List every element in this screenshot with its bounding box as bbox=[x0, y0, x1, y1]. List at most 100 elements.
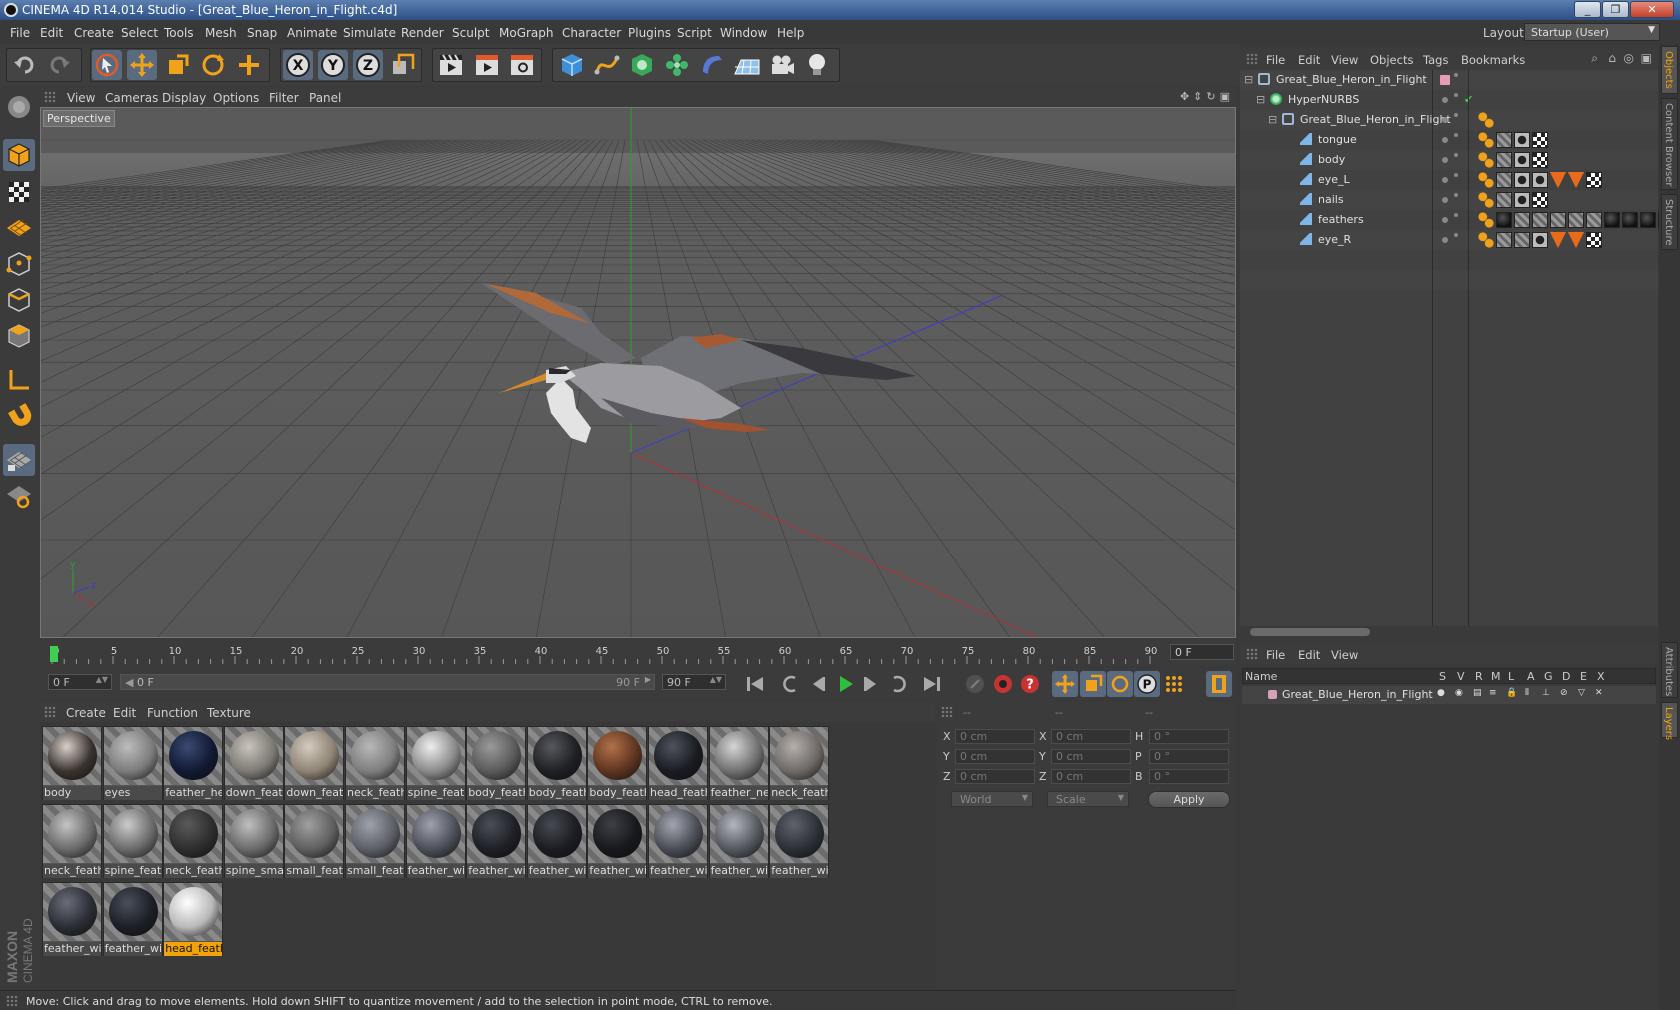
go-to-end-button[interactable] bbox=[919, 671, 945, 697]
deformers-flag-icon[interactable]: ⊘ bbox=[1560, 688, 1568, 698]
go-to-start-button[interactable] bbox=[742, 671, 768, 697]
render-view-button[interactable] bbox=[436, 50, 466, 80]
pan-view-icon[interactable]: ✥ bbox=[1180, 90, 1189, 103]
column-divider[interactable] bbox=[1468, 70, 1469, 626]
menu-character[interactable]: Character bbox=[562, 26, 621, 40]
points-mode-button[interactable] bbox=[3, 248, 35, 280]
cube-object-button[interactable] bbox=[557, 50, 587, 80]
material-tag-icon[interactable] bbox=[1496, 212, 1512, 228]
previous-frame-button[interactable] bbox=[805, 671, 831, 697]
side-tab-layers[interactable]: Layers bbox=[1661, 702, 1678, 740]
menu-script[interactable]: Script bbox=[677, 26, 712, 40]
editor-visibility-dot[interactable] bbox=[1442, 237, 1448, 243]
material-swatch[interactable]: body bbox=[42, 726, 102, 800]
phong-tag-icon[interactable] bbox=[1478, 212, 1494, 228]
animation-flag-icon[interactable]: ⦀ bbox=[1525, 688, 1529, 698]
layer-column-m[interactable]: M bbox=[1491, 670, 1501, 683]
layer-column-x[interactable]: X bbox=[1597, 670, 1605, 683]
layer-column-name[interactable]: Name bbox=[1245, 670, 1277, 683]
deformer-button[interactable] bbox=[697, 50, 727, 80]
material-swatch[interactable]: feather_wi bbox=[466, 804, 527, 878]
polygons-mode-button[interactable] bbox=[3, 320, 35, 352]
texture-tag-icon[interactable] bbox=[1496, 132, 1512, 148]
render-visibility-dot[interactable] bbox=[1454, 173, 1458, 177]
material-swatch[interactable]: eyes bbox=[102, 726, 163, 800]
phong-tag-icon[interactable] bbox=[1478, 112, 1494, 128]
selection-tag-icon[interactable] bbox=[1568, 232, 1584, 248]
menu-window[interactable]: Window bbox=[720, 26, 767, 40]
viewport-menu-cameras[interactable]: Cameras bbox=[105, 91, 158, 105]
viewport-camera-label[interactable]: Perspective bbox=[43, 110, 115, 127]
editor-visibility-dot[interactable] bbox=[1442, 157, 1448, 163]
next-key-button[interactable] bbox=[885, 671, 911, 697]
redo-button[interactable] bbox=[44, 50, 74, 80]
collapse-toggle-icon[interactable]: ⊟ bbox=[1244, 73, 1253, 86]
side-tab-objects[interactable]: Objects bbox=[1661, 46, 1678, 94]
menu-select[interactable]: Select bbox=[121, 26, 158, 40]
timeline-ruler[interactable]: 051015202530354045505560657075808590 0 F bbox=[40, 640, 1236, 666]
collapse-toggle-icon[interactable]: ⊟ bbox=[1268, 113, 1277, 126]
layer-column-s[interactable]: S bbox=[1439, 670, 1446, 683]
make-editable-button[interactable] bbox=[3, 91, 35, 123]
key-position-button[interactable] bbox=[1052, 671, 1078, 697]
render-visibility-dot[interactable] bbox=[1454, 113, 1458, 117]
material-swatch[interactable]: spine_feat bbox=[405, 726, 466, 800]
layer-column-v[interactable]: V bbox=[1457, 670, 1465, 683]
layer-column-e[interactable]: E bbox=[1580, 670, 1587, 683]
render-visibility-dot[interactable] bbox=[1454, 73, 1458, 77]
selection-tag-icon[interactable] bbox=[1550, 172, 1566, 188]
editor-visibility-dot[interactable] bbox=[1442, 97, 1448, 103]
object-name[interactable]: feathers bbox=[1318, 213, 1364, 226]
nurbs-button[interactable] bbox=[627, 50, 657, 80]
add-tool-button[interactable] bbox=[234, 50, 264, 80]
material-swatch[interactable]: spine_feat bbox=[102, 804, 163, 878]
material-tag-icon[interactable] bbox=[1532, 172, 1548, 188]
apply-button[interactable]: Apply bbox=[1148, 791, 1230, 808]
rotate-view-icon[interactable]: ↻ bbox=[1206, 90, 1215, 103]
model-mode-button[interactable] bbox=[3, 139, 35, 171]
layer-column-g[interactable]: G bbox=[1544, 670, 1553, 683]
editor-visibility-dot[interactable] bbox=[1442, 197, 1448, 203]
material-tag-icon[interactable] bbox=[1514, 152, 1530, 168]
object-name[interactable]: Great_Blue_Heron_in_Flight bbox=[1300, 113, 1451, 126]
previous-key-button[interactable] bbox=[778, 671, 804, 697]
material-swatch[interactable]: neck_feath bbox=[42, 804, 102, 878]
search-icon[interactable]: ⌕ bbox=[1591, 51, 1598, 66]
texture-tag-icon[interactable] bbox=[1514, 212, 1530, 228]
rotation-h-field[interactable]: 0 ° bbox=[1149, 729, 1229, 744]
texture-tag-icon[interactable] bbox=[1514, 232, 1530, 248]
key-rotation-button[interactable] bbox=[1107, 671, 1133, 697]
frame-range-slider[interactable]: ◀ 0 F 90 F ▶ bbox=[120, 674, 655, 690]
object-name[interactable]: nails bbox=[1318, 193, 1344, 206]
material-tag-icon[interactable] bbox=[1532, 232, 1548, 248]
viewport-menu-filter[interactable]: Filter bbox=[269, 91, 299, 105]
undo-button[interactable] bbox=[10, 50, 40, 80]
menu-simulate[interactable]: Simulate bbox=[343, 26, 396, 40]
material-swatch[interactable]: down_feat bbox=[223, 726, 284, 800]
side-tab-structure[interactable]: Structure bbox=[1661, 194, 1678, 250]
light-object-button[interactable] bbox=[802, 50, 832, 80]
render-visibility-dot[interactable] bbox=[1454, 93, 1458, 97]
object-row[interactable]: ⊟ Great_Blue_Heron_in_Flight bbox=[1240, 70, 1658, 90]
object-menu-edit[interactable]: Edit bbox=[1298, 53, 1320, 67]
object-name[interactable]: body bbox=[1318, 153, 1345, 166]
render-visibility-dot[interactable] bbox=[1454, 153, 1458, 157]
material-tag-icon[interactable] bbox=[1622, 212, 1638, 228]
material-swatch[interactable]: neck_feath bbox=[769, 726, 830, 800]
uvw-tag-icon[interactable] bbox=[1532, 152, 1548, 168]
object-row[interactable]: eye_L bbox=[1240, 170, 1658, 190]
mograph-cloner-button[interactable] bbox=[662, 50, 692, 80]
texture-mode-button[interactable] bbox=[3, 176, 35, 208]
x-axis-lock-button[interactable]: X bbox=[283, 50, 313, 80]
material-swatch[interactable]: feather_wi bbox=[769, 804, 830, 878]
object-row[interactable]: feathers bbox=[1240, 210, 1680, 230]
column-divider[interactable] bbox=[1432, 70, 1433, 626]
material-swatch[interactable]: feather_wi bbox=[648, 804, 708, 878]
object-menu-view[interactable]: View bbox=[1331, 53, 1358, 67]
record-keys-button[interactable] bbox=[962, 671, 988, 697]
menu-edit[interactable]: Edit bbox=[40, 26, 63, 40]
material-swatch[interactable]: head_feath bbox=[648, 726, 708, 800]
layer-column-d[interactable]: D bbox=[1562, 670, 1570, 683]
layer-filter-icon[interactable]: ◎ bbox=[1624, 51, 1634, 65]
side-tab-attributes[interactable]: Attributes bbox=[1661, 642, 1678, 698]
